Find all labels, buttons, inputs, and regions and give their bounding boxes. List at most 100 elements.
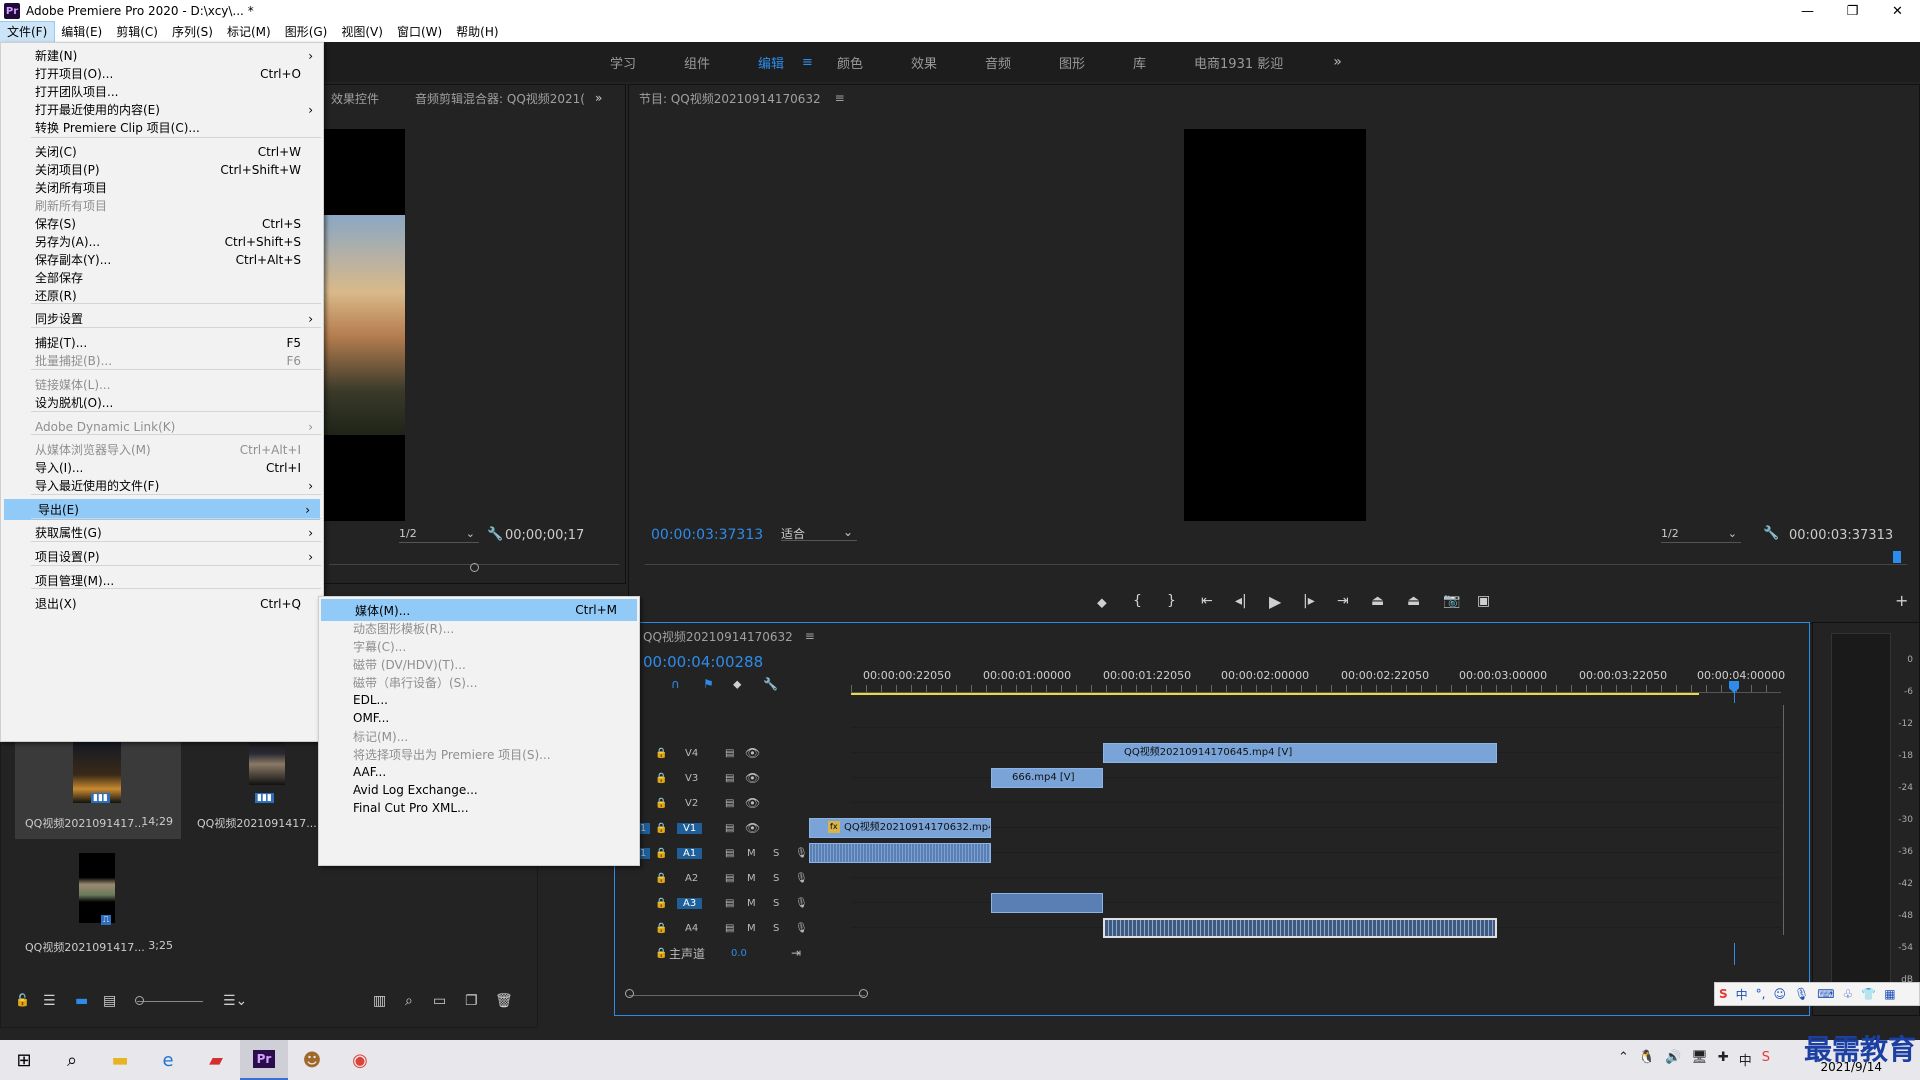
- menu-marker[interactable]: 标记(M): [220, 22, 278, 42]
- file-menu-item[interactable]: 项目设置(P) ›: [1, 546, 323, 567]
- more-workspaces-icon[interactable]: »: [1333, 54, 1342, 70]
- windows-start-icon[interactable]: ⊞: [0, 1040, 48, 1080]
- sync-lock-icon[interactable]: ▤: [725, 923, 734, 934]
- icon-view-icon[interactable]: ▬: [75, 993, 88, 1009]
- eye-icon[interactable]: 👁: [745, 746, 760, 760]
- list-view-icon[interactable]: ☰: [43, 993, 56, 1009]
- premiere-taskbar-icon[interactable]: Pr: [240, 1040, 288, 1080]
- minimize-button[interactable]: —: [1785, 0, 1830, 22]
- sequence-tab[interactable]: QQ视频20210914170632: [643, 628, 793, 645]
- track-label-a3[interactable]: A3: [677, 897, 703, 909]
- work-area-bar[interactable]: [851, 693, 1699, 695]
- ime-emoji-icon[interactable]: ☺: [1774, 987, 1787, 1001]
- thumbnail-size-slider[interactable]: [137, 1001, 203, 1002]
- slider-handle[interactable]: [135, 996, 144, 1005]
- clip-a3[interactable]: [991, 893, 1103, 913]
- play-icon[interactable]: ▶: [1269, 592, 1281, 611]
- workspace-editing[interactable]: 编辑: [758, 53, 784, 72]
- scroll-handle-left[interactable]: [625, 989, 634, 998]
- timeline-timecode[interactable]: 00:00:04:00288: [643, 653, 763, 671]
- file-menu-item[interactable]: 设为脱机(O)...: [1, 392, 323, 413]
- tray-app-icon[interactable]: ✚: [1718, 1050, 1729, 1069]
- qq-tray-icon[interactable]: 🐧: [1639, 1050, 1655, 1069]
- network-icon[interactable]: 🖥: [1691, 1050, 1708, 1069]
- vertical-scrollbar[interactable]: [1783, 705, 1784, 935]
- program-scrubber[interactable]: [645, 555, 1907, 565]
- find-icon[interactable]: ⌕: [405, 993, 413, 1009]
- clip-a4[interactable]: [1103, 918, 1497, 938]
- microphone-icon[interactable]: 🎙: [795, 848, 808, 859]
- lock-icon[interactable]: 🔒: [655, 848, 667, 859]
- file-menu-item[interactable]: 批量捕捉(B)... F6: [1, 350, 323, 371]
- track-label-v4[interactable]: V4: [685, 748, 698, 759]
- mute-button[interactable]: M: [747, 898, 756, 909]
- lock-icon[interactable]: 🔒: [655, 898, 667, 909]
- mark-out-icon[interactable]: }: [1167, 593, 1176, 609]
- solo-button[interactable]: S: [773, 923, 779, 934]
- workspace-color[interactable]: 颜色: [837, 53, 863, 72]
- lock-icon[interactable]: 🔒: [655, 923, 667, 934]
- file-menu-item[interactable]: 退出(X) Ctrl+Q: [1, 593, 323, 614]
- clip-a1[interactable]: [809, 843, 991, 863]
- track-label-a2[interactable]: A2: [685, 873, 698, 884]
- track-label-v3[interactable]: V3: [685, 773, 698, 784]
- sync-lock-icon[interactable]: ▤: [725, 898, 734, 909]
- solo-button[interactable]: S: [773, 873, 779, 884]
- workspace-assembly[interactable]: 组件: [684, 53, 710, 72]
- sync-lock-icon[interactable]: ▤: [725, 823, 734, 834]
- track-label-v1[interactable]: V1: [677, 822, 703, 834]
- sort-icon[interactable]: ☰⌄: [223, 993, 247, 1009]
- clip-v4[interactable]: QQ视频20210914170645.mp4 [V]: [1103, 743, 1497, 763]
- project-item-1[interactable]: ▮▮▮ QQ视频2021091417... 14;29: [15, 729, 181, 839]
- lock-icon[interactable]: 🔒: [655, 873, 667, 884]
- track-label-v2[interactable]: V2: [685, 798, 698, 809]
- file-menu-item[interactable]: 导入最近使用的文件(F) ›: [1, 475, 323, 496]
- menu-help[interactable]: 帮助(H): [449, 22, 505, 42]
- microphone-icon[interactable]: 🎙: [795, 923, 808, 934]
- lift-icon[interactable]: ⏏: [1371, 593, 1384, 609]
- sync-lock-icon[interactable]: ▤: [725, 873, 734, 884]
- ime-toolbar[interactable]: S 中 °, ☺ 🎙 ⌨ ♧ 👕 ▦: [1714, 982, 1920, 1006]
- timeline-settings-icon[interactable]: 🔧: [763, 677, 778, 691]
- ime-punctuation-icon[interactable]: °,: [1756, 987, 1766, 1001]
- workspace-custom[interactable]: 电商1931 影迎: [1194, 53, 1283, 72]
- step-forward-icon[interactable]: |▸: [1303, 593, 1315, 609]
- search-icon[interactable]: ⌕: [48, 1040, 96, 1080]
- menu-view[interactable]: 视图(V): [334, 22, 390, 42]
- ime-keyboard-icon[interactable]: ⌨: [1817, 987, 1834, 1001]
- file-menu-item[interactable]: 导出(E) ›: [4, 499, 320, 520]
- go-to-in-icon[interactable]: ⇤: [1201, 593, 1213, 609]
- go-to-end-icon[interactable]: ⇥: [791, 946, 801, 960]
- close-button[interactable]: ✕: [1875, 0, 1920, 22]
- add-marker-icon[interactable]: ⬥: [1097, 595, 1107, 611]
- new-item-icon[interactable]: ❐: [465, 993, 478, 1009]
- file-explorer-icon[interactable]: ▬: [96, 1040, 144, 1080]
- program-playhead-handle[interactable]: [1893, 551, 1901, 563]
- export-menu-item[interactable]: Final Cut Pro XML...: [319, 797, 639, 819]
- tab-audio-mixer[interactable]: 音频剪辑混合器: QQ视频2021(: [415, 90, 585, 107]
- clear-icon[interactable]: 🗑: [495, 993, 513, 1009]
- ime-indicator-icon[interactable]: 中: [1739, 1050, 1752, 1069]
- eye-icon[interactable]: 👁: [745, 771, 760, 785]
- snap-icon[interactable]: ∩: [671, 677, 680, 691]
- time-ruler[interactable]: [851, 685, 1781, 693]
- eye-icon[interactable]: 👁: [745, 796, 760, 810]
- new-bin-icon[interactable]: ▭: [433, 993, 446, 1009]
- mark-in-icon[interactable]: {: [1133, 593, 1142, 609]
- file-menu-item[interactable]: 同步设置 ›: [1, 308, 323, 329]
- clip-v1[interactable]: fx QQ视频20210914170632.mp4 [V] [50%]: [809, 818, 991, 838]
- track-label-a4[interactable]: A4: [685, 923, 698, 934]
- horizontal-scrollbar[interactable]: [629, 995, 865, 1003]
- program-zoom-select[interactable]: 1/2 ⌄: [1661, 527, 1741, 543]
- mute-button[interactable]: M: [747, 848, 756, 859]
- chrome-icon[interactable]: ◉: [336, 1040, 384, 1080]
- workspace-learn[interactable]: 学习: [610, 53, 636, 72]
- step-back-icon[interactable]: ◂|: [1235, 593, 1247, 609]
- file-menu-item[interactable]: 转换 Premiere Clip 项目(C)...: [1, 117, 323, 138]
- ime-menu-icon[interactable]: ▦: [1884, 987, 1895, 1001]
- lock-icon[interactable]: 🔒: [655, 823, 667, 834]
- clip-v3[interactable]: 666.mp4 [V]: [991, 768, 1103, 788]
- menu-file[interactable]: 文件(F): [0, 21, 56, 43]
- wrench-icon[interactable]: 🔧: [487, 527, 503, 542]
- project-item-3[interactable]: ⎍ QQ视频2021091417... 3;25: [15, 849, 181, 959]
